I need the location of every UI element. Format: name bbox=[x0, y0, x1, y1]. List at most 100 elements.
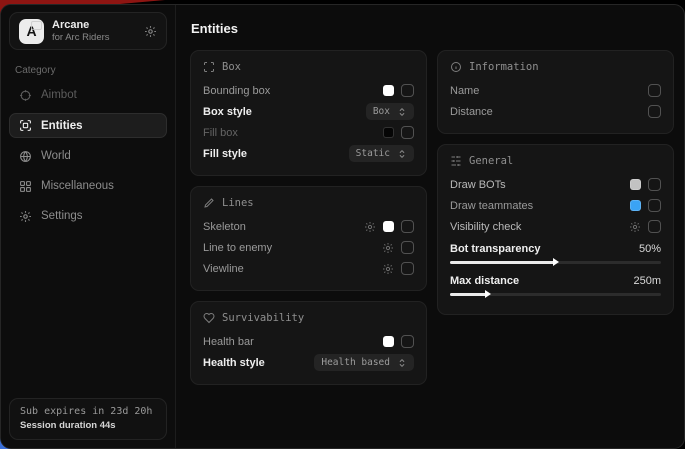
cheat-menu-window: A Arcane for Arc Riders Category Aimbot bbox=[0, 4, 685, 449]
dropdown-value: Box bbox=[373, 106, 390, 117]
setting-row-draw-teammates: Draw teammates bbox=[450, 195, 661, 216]
right-column: Information Name Distance bbox=[437, 50, 674, 315]
information-card-header: Information bbox=[450, 61, 661, 73]
setting-label: Draw BOTs bbox=[450, 179, 506, 191]
configure-gear-icon[interactable] bbox=[382, 263, 394, 275]
setting-row-fill-box: Fill box bbox=[203, 122, 414, 143]
setting-row-draw-bots: Draw BOTs bbox=[450, 174, 661, 195]
setting-row-bot-transparency: Bot transparency 50% bbox=[450, 239, 661, 258]
grid-icon bbox=[19, 180, 32, 193]
color-swatch[interactable] bbox=[630, 200, 641, 211]
setting-row-max-distance: Max distance 250m bbox=[450, 271, 661, 290]
general-card: General Draw BOTs Draw teammates bbox=[437, 144, 674, 315]
viewline-checkbox[interactable] bbox=[401, 262, 414, 275]
session-duration-text: Session duration 44s bbox=[20, 419, 156, 432]
line-to-enemy-checkbox[interactable] bbox=[401, 241, 414, 254]
color-swatch[interactable] bbox=[383, 336, 394, 347]
setting-label: Viewline bbox=[203, 263, 244, 275]
setting-label: Line to enemy bbox=[203, 242, 272, 254]
info-icon bbox=[450, 61, 462, 73]
health-bar-checkbox[interactable] bbox=[401, 335, 414, 348]
heart-icon bbox=[203, 312, 215, 324]
survivability-card-header: Survivability bbox=[203, 312, 414, 324]
section-title: Lines bbox=[222, 197, 254, 209]
chevrons-up-down-icon bbox=[397, 107, 407, 117]
lines-card-header: Lines bbox=[203, 197, 414, 209]
slider-thumb[interactable] bbox=[485, 290, 491, 298]
visibility-check-checkbox[interactable] bbox=[648, 220, 661, 233]
setting-label: Fill style bbox=[203, 148, 247, 160]
setting-row-name: Name bbox=[450, 80, 661, 101]
slider-thumb[interactable] bbox=[553, 258, 559, 266]
setting-row-skeleton: Skeleton bbox=[203, 216, 414, 237]
configure-gear-icon[interactable] bbox=[629, 221, 641, 233]
gear-icon[interactable] bbox=[144, 25, 157, 38]
dropdown-value: Static bbox=[356, 148, 390, 159]
sidebar-item-aimbot[interactable]: Aimbot bbox=[9, 83, 167, 107]
health-style-dropdown[interactable]: Health based bbox=[314, 354, 414, 371]
logo-card: A Arcane for Arc Riders bbox=[9, 12, 167, 50]
crosshair-icon bbox=[19, 89, 32, 102]
fill-style-dropdown[interactable]: Static bbox=[349, 145, 414, 162]
section-title: Box bbox=[222, 61, 241, 73]
general-card-header: General bbox=[450, 155, 661, 167]
color-swatch[interactable] bbox=[383, 221, 394, 232]
bounding-box-checkbox[interactable] bbox=[401, 84, 414, 97]
configure-gear-icon[interactable] bbox=[364, 221, 376, 233]
configure-gear-icon[interactable] bbox=[382, 242, 394, 254]
distance-checkbox[interactable] bbox=[648, 105, 661, 118]
category-label: Category bbox=[15, 65, 161, 76]
box-card-header: Box bbox=[203, 61, 414, 73]
color-swatch[interactable] bbox=[383, 127, 394, 138]
dropdown-value: Health based bbox=[321, 357, 390, 368]
sidebar-item-world[interactable]: World bbox=[9, 144, 167, 168]
page-title: Entities bbox=[191, 21, 670, 36]
scan-icon bbox=[203, 61, 215, 73]
sliders-icon bbox=[450, 155, 462, 167]
setting-row-distance: Distance bbox=[450, 101, 661, 122]
gear-icon bbox=[19, 210, 32, 223]
section-title: Survivability bbox=[222, 312, 304, 324]
draw-teammates-checkbox[interactable] bbox=[648, 199, 661, 212]
max-distance-slider[interactable] bbox=[450, 293, 661, 296]
setting-label: Health bar bbox=[203, 336, 254, 348]
color-swatch[interactable] bbox=[383, 85, 394, 96]
chevrons-up-down-icon bbox=[397, 358, 407, 368]
section-title: General bbox=[469, 155, 513, 167]
sidebar: A Arcane for Arc Riders Category Aimbot bbox=[1, 5, 176, 448]
color-swatch[interactable] bbox=[630, 179, 641, 190]
box-select-icon bbox=[19, 119, 32, 132]
app-logo: A bbox=[19, 19, 44, 44]
draw-bots-checkbox[interactable] bbox=[648, 178, 661, 191]
box-style-dropdown[interactable]: Box bbox=[366, 103, 414, 120]
setting-label: Box style bbox=[203, 106, 252, 118]
survivability-card: Survivability Health bar Health style bbox=[190, 301, 427, 385]
sidebar-item-label: Miscellaneous bbox=[41, 180, 114, 192]
fill-box-checkbox[interactable] bbox=[401, 126, 414, 139]
lines-card: Lines Skeleton bbox=[190, 186, 427, 291]
bot-transparency-slider[interactable] bbox=[450, 261, 661, 264]
setting-row-health-bar: Health bar bbox=[203, 331, 414, 352]
setting-label: Draw teammates bbox=[450, 200, 533, 212]
setting-row-box-style: Box style Box bbox=[203, 101, 414, 122]
sidebar-item-label: World bbox=[41, 150, 71, 162]
slider-value: 250m bbox=[633, 275, 661, 287]
name-checkbox[interactable] bbox=[648, 84, 661, 97]
slider-value: 50% bbox=[639, 243, 661, 255]
setting-label: Name bbox=[450, 85, 479, 97]
desktop: A Arcane for Arc Riders Category Aimbot bbox=[0, 0, 685, 449]
sidebar-item-entities[interactable]: Entities bbox=[9, 113, 167, 138]
setting-row-visibility-check: Visibility check bbox=[450, 216, 661, 237]
setting-label: Fill box bbox=[203, 127, 238, 139]
setting-label: Max distance bbox=[450, 275, 519, 287]
setting-row-fill-style: Fill style Static bbox=[203, 143, 414, 164]
logo-text: Arcane for Arc Riders bbox=[52, 19, 136, 44]
skeleton-checkbox[interactable] bbox=[401, 220, 414, 233]
sidebar-item-label: Settings bbox=[41, 210, 83, 222]
sidebar-item-settings[interactable]: Settings bbox=[9, 204, 167, 228]
setting-row-health-style: Health style Health based bbox=[203, 352, 414, 373]
setting-row-viewline: Viewline bbox=[203, 258, 414, 279]
setting-label: Bot transparency bbox=[450, 243, 540, 255]
sidebar-item-miscellaneous[interactable]: Miscellaneous bbox=[9, 174, 167, 198]
setting-label: Distance bbox=[450, 106, 493, 118]
